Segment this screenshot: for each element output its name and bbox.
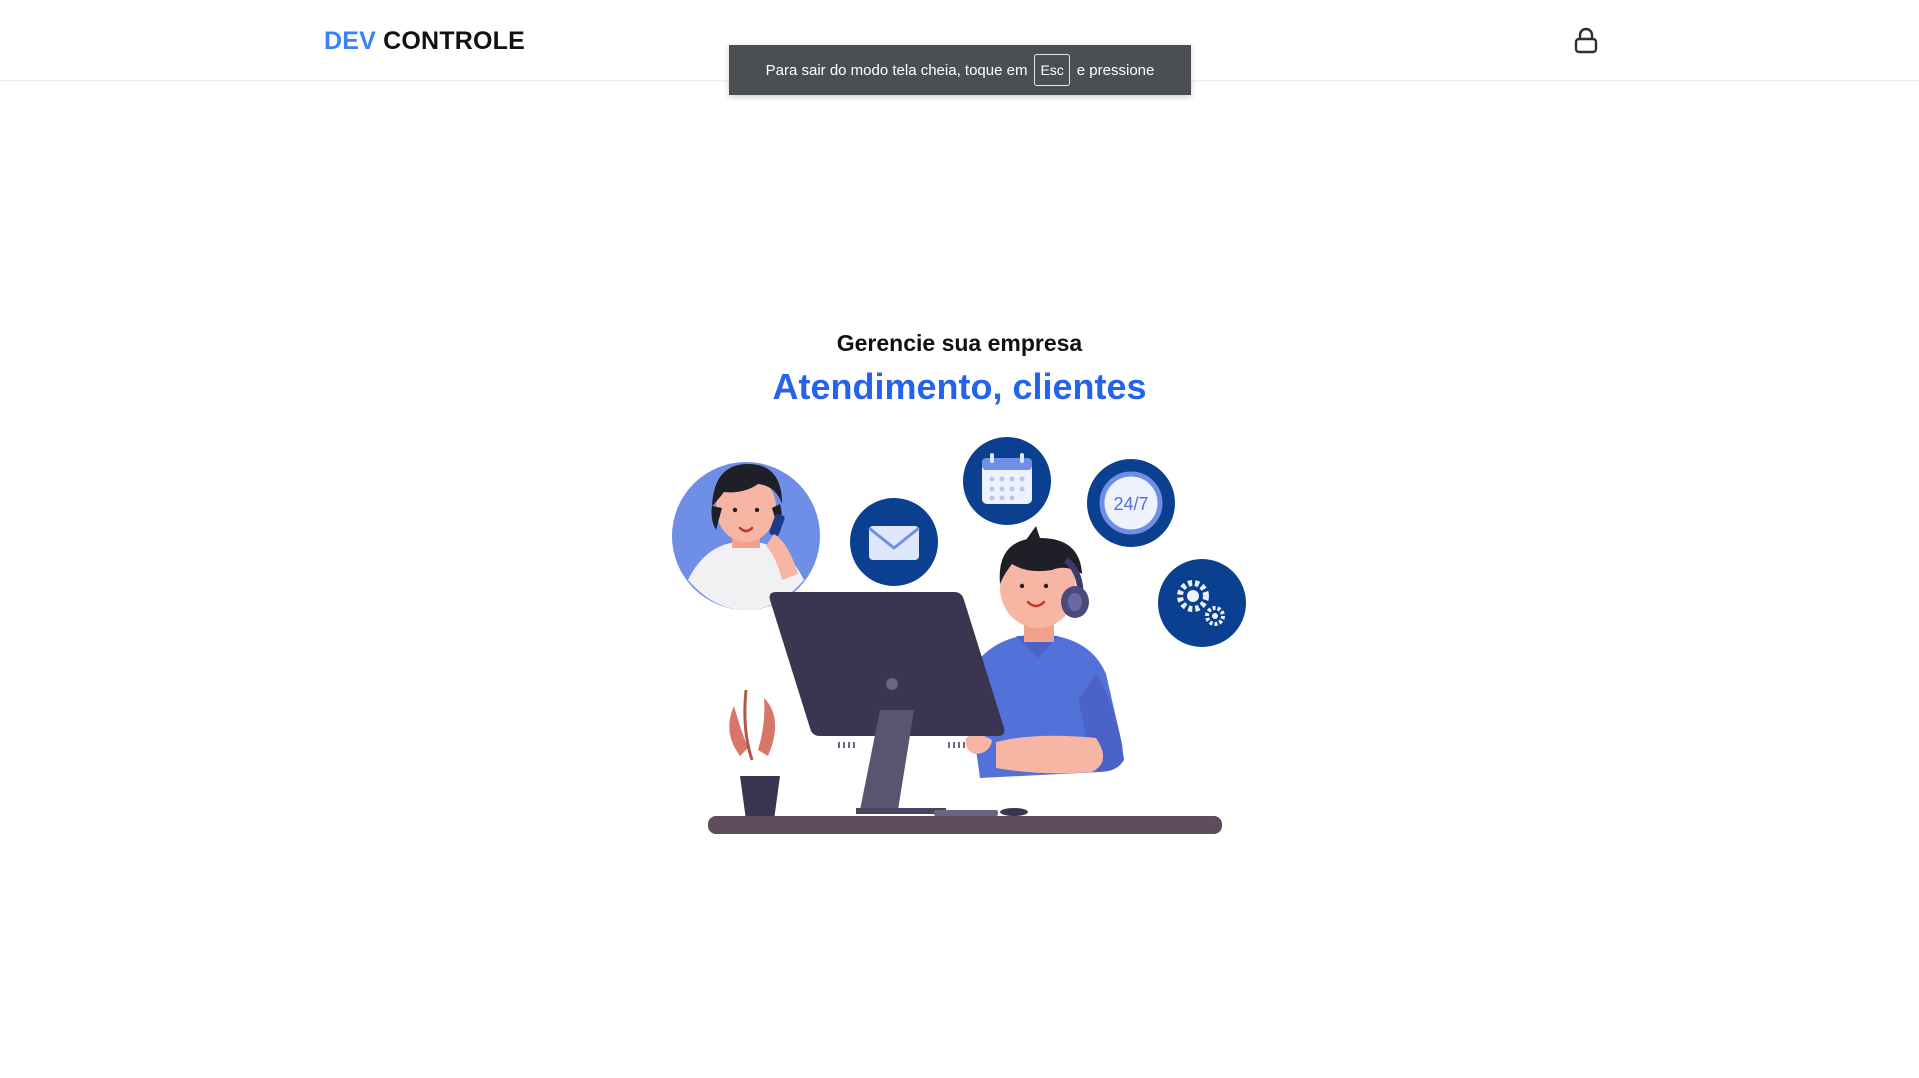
hero-subtitle: Gerencie sua empresa bbox=[836, 330, 1083, 356]
lock-icon bbox=[1574, 27, 1598, 54]
customer-service-illustration: 24/7 bbox=[672, 437, 1246, 834]
esc-key-hint: Esc bbox=[1034, 54, 1070, 86]
login-button[interactable] bbox=[1572, 26, 1600, 56]
calendar-icon bbox=[963, 437, 1051, 525]
keyboard bbox=[934, 810, 998, 816]
fullscreen-notice-text-after: e pressione bbox=[1076, 61, 1155, 79]
fullscreen-exit-notice: Para sair do modo tela cheia, toque em E… bbox=[729, 45, 1191, 95]
support-agent-man bbox=[965, 526, 1124, 778]
desk bbox=[708, 816, 1222, 834]
badge-24-7-text: 24/7 bbox=[1113, 494, 1148, 514]
woman-on-phone-avatar bbox=[672, 462, 820, 610]
computer-monitor bbox=[769, 592, 1005, 814]
fullscreen-notice-text-before: Para sair do modo tela cheia, toque em bbox=[765, 61, 1028, 79]
settings-gears-icon bbox=[1158, 559, 1246, 647]
logo-accent: DEV bbox=[324, 27, 377, 55]
logo-text: CONTROLE bbox=[376, 27, 526, 55]
hero-section: Gerencie sua empresa Atendimento, client… bbox=[0, 325, 1919, 411]
support-24-7-icon: 24/7 bbox=[1087, 459, 1175, 547]
mouse bbox=[1000, 808, 1028, 816]
mail-icon bbox=[850, 498, 938, 586]
potted-plant bbox=[729, 689, 780, 820]
logo-link[interactable]: DEV CONTROLE bbox=[324, 27, 525, 56]
hero-title: Atendimento, clientes bbox=[772, 366, 1147, 407]
